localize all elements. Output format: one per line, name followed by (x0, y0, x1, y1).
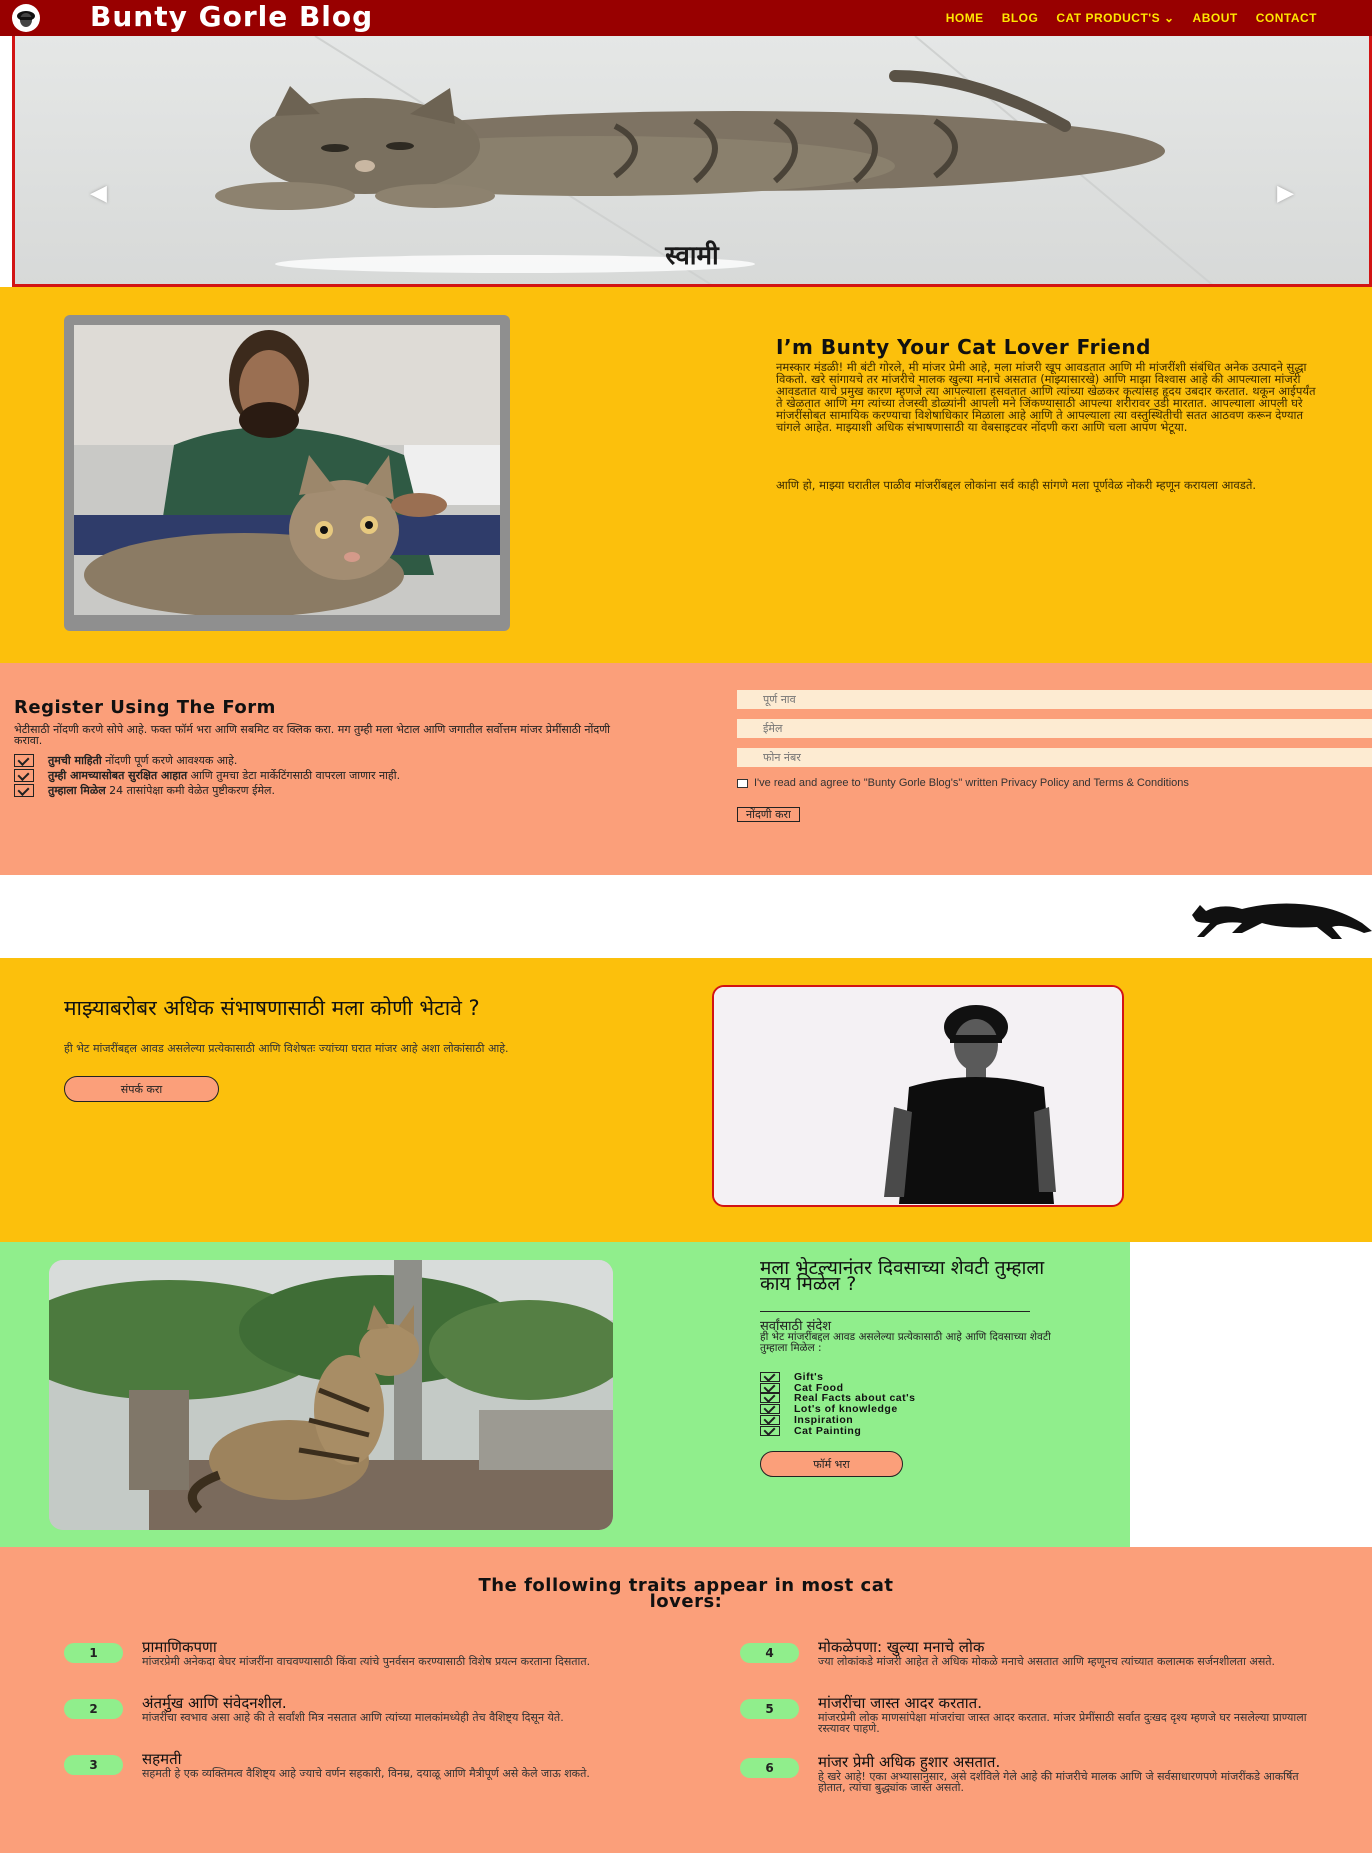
nav-menu: HOME BLOG CAT PRODUCT'S ⌄ ABOUT CONTACT (946, 11, 1317, 25)
list-item: तुम्हाला मिळेल 24 तासांपेक्षा कमी वेळेत … (14, 784, 614, 797)
about-paragraph-2: आणि हो, माझ्या घरातील पाळीव मांजरींबद्दल… (776, 478, 1257, 492)
carousel-prev-arrow-icon[interactable]: ◀ (90, 181, 107, 206)
list-item-text: 24 तासांपेक्षा कमी वेळेत पुष्टीकरण ईमेल. (105, 784, 276, 797)
full-name-input[interactable] (737, 690, 1372, 709)
running-cat-icon (1192, 903, 1372, 939)
trait-number-badge: 4 (740, 1643, 799, 1663)
trait-description: मांजरप्रेमी लोक माणसांपेक्षा मांजरांचा ज… (818, 1711, 1307, 1735)
trait-description: ज्या लोकांकडे मांजरी आहेत ते अधिक मोकळे … (818, 1655, 1276, 1668)
brand-title[interactable]: Bunty Gorle Blog (90, 0, 373, 34)
benefits-divider (760, 1311, 1030, 1312)
cat-silhouette-strip (0, 875, 1372, 958)
terms-agreement: I've read and agree to "Bunty Gorle Blog… (737, 777, 1367, 789)
trait-heading: मोकळेपणा: खुल्या मनाचे लोक (818, 1638, 985, 1656)
carousel-next-arrow-icon[interactable]: ▶ (1277, 181, 1294, 206)
nav-cat-products-dropdown[interactable]: CAT PRODUCT'S ⌄ (1056, 11, 1174, 25)
benefits-title: मला भेटल्यानंतर दिवसाच्या शेवटी तुम्हाला… (760, 1257, 1045, 1295)
brand-logo-icon[interactable] (12, 4, 40, 32)
trait-number-badge: 6 (740, 1758, 799, 1778)
list-item-text: आणि तुमचा डेटा मार्केटिंगसाठी वापरला जाण… (187, 769, 401, 782)
trait-description: सहमती हे एक व्यक्तिमत्व वैशिष्ट्य आहे ज्… (142, 1767, 590, 1780)
list-item-text: नोंदणी पूर्ण करणे आवश्यक आहे. (101, 754, 238, 767)
list-item-bold: तुमची माहिती (48, 754, 102, 767)
terms-checkbox[interactable] (737, 778, 748, 788)
trait-number-badge: 2 (64, 1699, 123, 1719)
register-section: Register Using The Form भेटीसाठी नोंदणी … (0, 663, 1372, 875)
trait-number-badge: 1 (64, 1643, 123, 1663)
list-item: Cat Painting (760, 1424, 915, 1437)
meet-title: माझ्याबरोबर अधिक संभाषणासाठी मला कोणी भे… (64, 996, 480, 1020)
hero-carousel: ◀ ▶ स्वामी (12, 36, 1372, 287)
register-title: Register Using The Form (14, 697, 276, 718)
trait-description: मांजरप्रेमी अनेकदा बेघर मांजरींना वाचवण्… (142, 1655, 591, 1668)
trait-heading: अंतर्मुख आणि संवेदनशील. (142, 1694, 287, 1712)
trait-description: हे खरे आहे! एका अभ्यासानुसार, असे दर्शवि… (818, 1770, 1299, 1794)
meet-section: माझ्याबरोबर अधिक संभाषणासाठी मला कोणी भे… (0, 958, 1372, 1242)
trait-heading: मांजरींचा जास्त आदर करतात. (818, 1694, 982, 1712)
benefits-cat-photo (49, 1260, 613, 1530)
benefits-description: ही भेट मांजरींबद्दल आवड असलेल्या प्रत्ये… (760, 1331, 1051, 1354)
traits-title-line-2: lovers: (649, 1591, 723, 1612)
terms-label: I've read and agree to "Bunty Gorle Blog… (754, 777, 1189, 789)
benefits-section: मला भेटल्यानंतर दिवसाच्या शेवटी तुम्हाला… (0, 1242, 1130, 1547)
about-photo-frame (64, 315, 510, 631)
about-paragraph-1: नमस्कार मंडळी! मी बंटी गोरले, मी मांजर प… (776, 360, 1316, 434)
nav-about-link[interactable]: ABOUT (1193, 11, 1238, 25)
trait-number-badge: 5 (740, 1699, 799, 1719)
hero-caption: स्वामी (665, 241, 719, 271)
trait-heading: मांजर प्रेमी अधिक हुशार असतात. (818, 1753, 1001, 1771)
checkbox-icon (14, 769, 34, 782)
list-item-bold: तुम्हाला मिळेल (48, 784, 106, 797)
traits-section: The following traits appear in most cat … (0, 1547, 1372, 1853)
email-input[interactable] (737, 719, 1372, 738)
checkbox-icon (14, 754, 34, 767)
trait-heading: सहमती (142, 1750, 182, 1768)
contact-button[interactable]: संपर्क करा (64, 1076, 219, 1102)
meet-photo-man (712, 985, 1124, 1207)
trait-description: मांजरींचा स्वभाव असा आहे की ते सर्वांशी … (142, 1711, 564, 1724)
meet-description: ही भेट मांजरींबद्दल आवड असलेल्या प्रत्ये… (64, 1042, 509, 1055)
traits-title: The following traits appear in most cat … (0, 1577, 1372, 1612)
nav-blog-link[interactable]: BLOG (1002, 11, 1039, 25)
phone-input[interactable] (737, 748, 1372, 767)
checkbox-icon (760, 1425, 780, 1436)
fill-form-button[interactable]: फॉर्म भरा (760, 1451, 903, 1477)
checkbox-icon (14, 784, 34, 797)
register-benefits-list: तुमची माहिती नोंदणी पूर्ण करणे आवश्यक आह… (14, 754, 614, 800)
list-item-bold: तुम्ही आमच्यासोबत सुरक्षित आहात (48, 769, 188, 782)
benefits-list: Gift's Cat Food Real Facts about cat's L… (760, 1372, 915, 1436)
nav-contact-link[interactable]: CONTACT (1256, 11, 1317, 25)
register-description: भेटीसाठी नोंदणी करणे सोपे आहे. फक्त फॉर्… (14, 723, 611, 747)
trait-number-badge: 3 (64, 1755, 123, 1775)
list-item: तुमची माहिती नोंदणी पूर्ण करणे आवश्यक आह… (14, 754, 614, 767)
about-photo-man-with-cat (74, 325, 500, 615)
about-title: I’m Bunty Your Cat Lover Friend (776, 335, 1151, 359)
list-item-label: Cat Painting (794, 1424, 862, 1437)
benefits-right-blank (1130, 1242, 1372, 1547)
list-item: तुम्ही आमच्यासोबत सुरक्षित आहात आणि तुमच… (14, 769, 614, 782)
top-navbar: Bunty Gorle Blog HOME BLOG CAT PRODUCT'S… (0, 0, 1372, 36)
about-section: I’m Bunty Your Cat Lover Friend नमस्कार … (0, 287, 1372, 663)
register-submit-button[interactable]: नोंदणी करा (737, 807, 800, 822)
trait-heading: प्रामाणिकपणा (142, 1638, 217, 1656)
nav-home-link[interactable]: HOME (946, 11, 984, 25)
